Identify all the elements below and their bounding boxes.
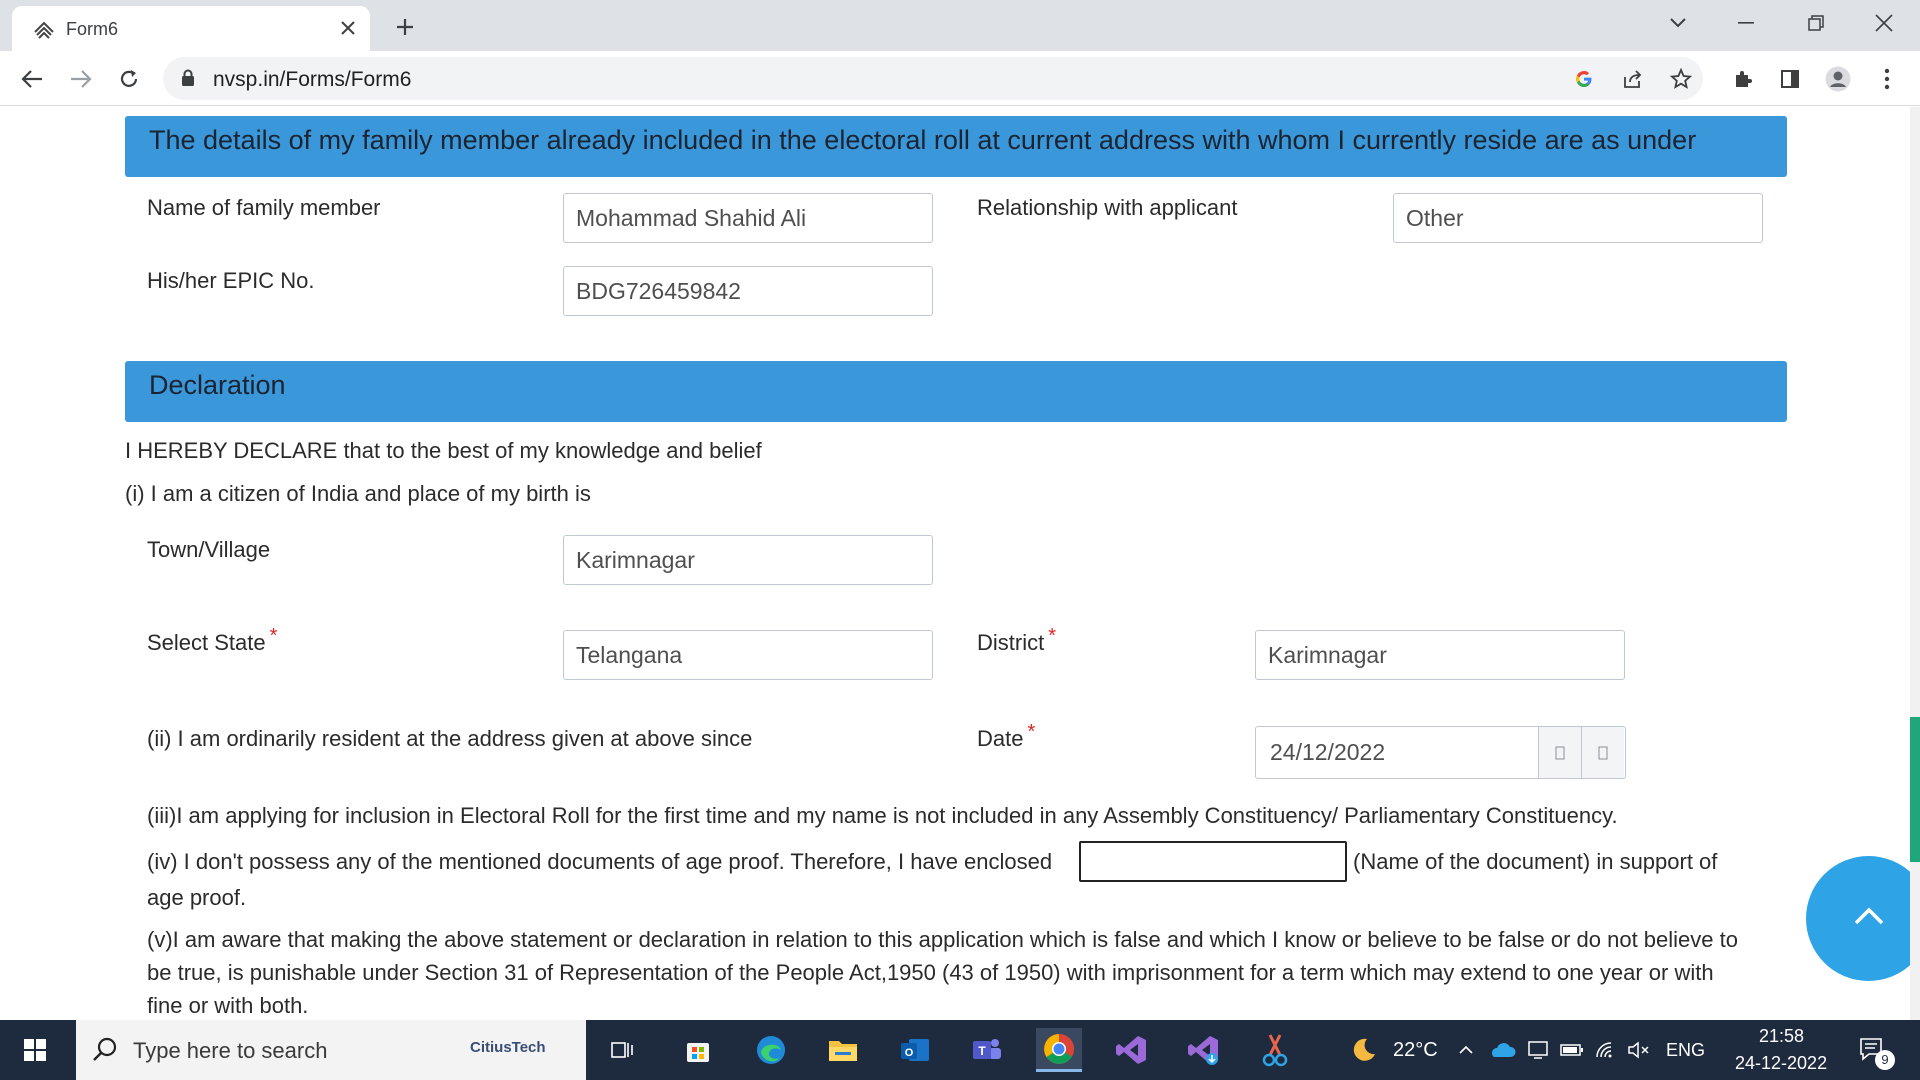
address-bar[interactable]: nvsp.in/Forms/Form6 [163, 57, 1703, 100]
lock-icon[interactable] [181, 69, 195, 92]
volume-muted-icon[interactable] [1623, 1028, 1655, 1072]
date-label: Date * [977, 721, 1035, 752]
visual-studio-icon[interactable] [1108, 1028, 1154, 1072]
declaration-intro-text: I HEREBY DECLARE that to the best of my … [125, 438, 762, 463]
teams-icon[interactable]: T [964, 1028, 1010, 1072]
select-state-label-text: Select State [147, 630, 266, 655]
age-proof-text-start: (iv) I don't possess any of the mentione… [147, 849, 1053, 874]
scroll-to-top-button[interactable] [1806, 856, 1920, 981]
language-indicator[interactable]: ENG [1666, 1040, 1705, 1061]
district-label-text: District [977, 630, 1045, 655]
required-asterisk: * [1027, 721, 1036, 743]
page-scrollbar-track[interactable] [1910, 107, 1920, 1020]
age-proof-text-end: (Name of the document) in support of [1353, 849, 1718, 874]
browser-tabstrip: Form6 [0, 0, 1920, 51]
clock-time[interactable]: 21:58 [1759, 1026, 1804, 1047]
show-hidden-icons-chevron-icon[interactable] [1451, 1028, 1481, 1072]
search-placeholder: Type here to search [133, 1038, 328, 1063]
date-clear-button[interactable] [1538, 727, 1581, 778]
state-field[interactable]: Telangana [563, 630, 933, 680]
restore-icon[interactable] [1796, 8, 1836, 38]
share-icon[interactable] [1620, 66, 1646, 92]
svg-text:O: O [905, 1047, 914, 1059]
notification-count-badge: 9 [1875, 1050, 1895, 1070]
district-field[interactable]: Karimnagar [1255, 630, 1625, 680]
district-label: District * [977, 625, 1056, 656]
task-view-icon[interactable] [600, 1028, 646, 1072]
search-icon [92, 1036, 118, 1067]
age-proof-document-name-input[interactable] [1079, 841, 1347, 882]
town-village-label: Town/Village [147, 537, 271, 562]
minimize-icon[interactable] [1726, 8, 1766, 38]
battery-icon[interactable] [1556, 1028, 1588, 1072]
calendar-picker-button[interactable] [1581, 727, 1624, 778]
date-input[interactable]: 24/12/2022 [1255, 726, 1626, 779]
family-member-name-field[interactable]: Mohammad Shahid Ali [563, 193, 933, 243]
search-brand-label: CitiusTech [470, 1039, 546, 1056]
snipping-tool-icon[interactable] [1252, 1028, 1298, 1072]
google-icon[interactable] [1571, 66, 1597, 92]
tab-search-chevron-icon[interactable] [1658, 8, 1698, 38]
browser-toolbar: nvsp.in/Forms/Form6 [0, 51, 1920, 106]
clock-date[interactable]: 24-12-2022 [1735, 1053, 1827, 1074]
awareness-statement-line-3: fine or with both. [147, 993, 309, 1018]
forward-arrow-icon[interactable] [65, 63, 97, 95]
chrome-menu-icon[interactable] [1873, 65, 1901, 93]
close-window-icon[interactable] [1864, 8, 1904, 38]
first-time-inclusion-text: (iii)I am applying for inclusion in Elec… [147, 803, 1618, 828]
file-explorer-icon[interactable] [820, 1028, 866, 1072]
microsoft-store-icon[interactable] [675, 1028, 721, 1072]
onedrive-cloud-icon[interactable] [1485, 1028, 1519, 1072]
awareness-statement-line-2: be true, is punishable under Section 31 … [147, 960, 1714, 985]
relationship-label: Relationship with applicant [977, 195, 1238, 220]
taskbar-search-box[interactable]: Type here to search CitiusTech [76, 1020, 586, 1080]
reload-icon[interactable] [113, 63, 145, 95]
new-tab-icon[interactable] [390, 12, 420, 42]
epic-number-label: His/her EPIC No. [147, 268, 315, 293]
visual-studio-installer-icon[interactable] [1180, 1028, 1226, 1072]
back-arrow-icon[interactable] [16, 63, 48, 95]
page-viewport: The details of my family member already … [0, 107, 1920, 1020]
close-tab-icon[interactable] [334, 14, 362, 42]
relationship-field[interactable]: Other [1393, 193, 1763, 243]
edge-browser-icon[interactable] [748, 1028, 794, 1072]
citizen-statement-text: (i) I am a citizen of India and place of… [125, 481, 591, 506]
side-panel-icon[interactable] [1776, 65, 1804, 93]
weather-temperature[interactable]: 22°C [1393, 1039, 1438, 1062]
tab-title: Form6 [66, 19, 119, 39]
epic-number-field[interactable]: BDG726459842 [563, 266, 933, 316]
family-member-name-label: Name of family member [147, 195, 381, 220]
outlook-icon[interactable]: O [892, 1028, 938, 1072]
display-settings-icon[interactable] [1522, 1028, 1554, 1072]
bookmark-star-icon[interactable] [1668, 66, 1694, 92]
chevron-up-icon [1853, 906, 1885, 931]
family-section-header: The details of my family member already … [125, 116, 1787, 177]
weather-moon-icon[interactable] [1340, 1028, 1386, 1072]
eci-favicon-icon [32, 18, 56, 42]
town-village-field[interactable]: Karimnagar [563, 535, 933, 585]
chrome-browser-icon[interactable] [1036, 1028, 1082, 1072]
awareness-statement-line-1: (v)I am aware that making the above stat… [147, 927, 1738, 952]
browser-tab-form6[interactable]: Form6 [12, 6, 370, 51]
resident-since-text: (ii) I am ordinarily resident at the add… [147, 726, 753, 751]
profile-avatar-icon[interactable] [1824, 65, 1852, 93]
page-scrollbar-thumb[interactable] [1910, 717, 1920, 862]
date-value[interactable]: 24/12/2022 [1270, 739, 1385, 766]
wifi-icon[interactable] [1590, 1028, 1622, 1072]
url-text[interactable]: nvsp.in/Forms/Form6 [213, 68, 411, 92]
required-asterisk: * [269, 625, 278, 647]
age-proof-text-continued: age proof. [147, 885, 247, 910]
notifications-icon[interactable]: 9 [1849, 1028, 1895, 1072]
extensions-puzzle-icon[interactable] [1729, 65, 1757, 93]
windows-start-icon[interactable] [12, 1028, 58, 1072]
required-asterisk: * [1048, 625, 1057, 647]
select-state-label: Select State * [147, 625, 277, 656]
svg-text:T: T [978, 1044, 986, 1058]
windows-taskbar: Type here to search CitiusTech O T 22°C [0, 1020, 1920, 1080]
declaration-section-header: Declaration [125, 361, 1787, 422]
date-label-text: Date [977, 726, 1024, 751]
